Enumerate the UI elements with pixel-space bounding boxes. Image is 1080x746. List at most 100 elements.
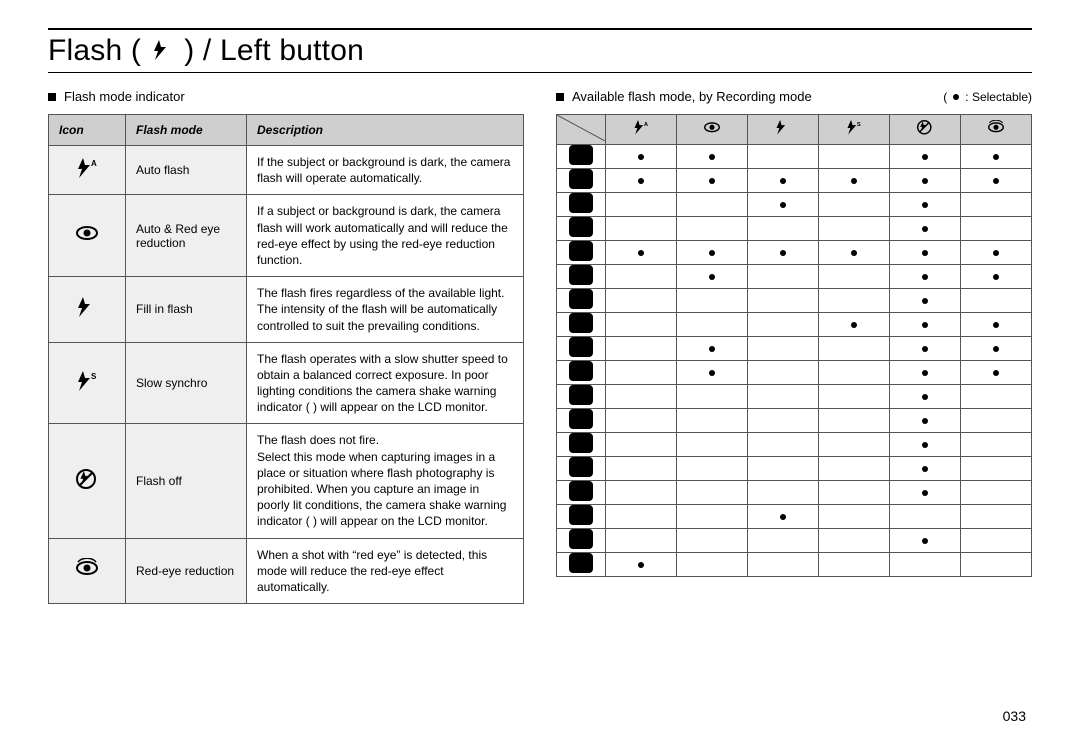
matrix-cell xyxy=(819,265,890,289)
matrix-cell xyxy=(819,385,890,409)
matrix-cell xyxy=(819,481,890,505)
matrix-row xyxy=(557,145,1032,169)
matrix-cell xyxy=(748,433,819,457)
matrix-cell xyxy=(606,313,677,337)
rec-children-icon xyxy=(569,361,593,381)
section-label: Flash mode indicator xyxy=(64,89,185,104)
title-suffix: ) / Left button xyxy=(184,34,364,67)
matrix-cell xyxy=(890,361,961,385)
matrix-cell xyxy=(748,481,819,505)
matrix-cell xyxy=(961,361,1032,385)
matrix-cell xyxy=(606,193,677,217)
matrix-cell xyxy=(748,289,819,313)
matrix-cell xyxy=(677,217,748,241)
matrix-cell xyxy=(606,217,677,241)
dot-icon xyxy=(638,562,644,568)
matrix-col-header xyxy=(748,115,819,145)
mode-name-cell: Red-eye reduction xyxy=(126,538,247,604)
mode-desc-cell: The flash operates with a slow shutter s… xyxy=(247,342,524,424)
rec-sunset-icon xyxy=(569,457,593,477)
dot-icon xyxy=(993,370,999,376)
matrix-cell xyxy=(890,169,961,193)
flash-icon xyxy=(74,308,100,322)
matrix-cell xyxy=(961,505,1032,529)
right-column: Available flash mode, by Recording mode … xyxy=(556,89,1032,604)
dot-icon xyxy=(638,250,644,256)
rec-firework-icon xyxy=(569,529,593,549)
matrix-cell xyxy=(748,241,819,265)
rec-guide-icon xyxy=(569,289,593,309)
matrix-col-header xyxy=(819,115,890,145)
matrix-row-header xyxy=(557,241,606,265)
matrix-cell xyxy=(819,361,890,385)
matrix-cell xyxy=(890,265,961,289)
rec-auto2-icon xyxy=(569,169,593,189)
flash-off-icon xyxy=(74,480,100,494)
section-label: Available flash mode, by Recording mode xyxy=(572,89,812,104)
matrix-row-header xyxy=(557,217,606,241)
matrix-cell xyxy=(748,553,819,577)
flash-mode-table: Icon Flash mode Description Auto flashIf… xyxy=(48,114,524,604)
flash-auto-icon xyxy=(632,127,650,139)
dot-icon xyxy=(922,298,928,304)
dot-icon xyxy=(709,178,715,184)
mode-name-cell: Slow synchro xyxy=(126,342,247,424)
matrix-cell xyxy=(606,433,677,457)
dot-icon xyxy=(993,154,999,160)
dot-icon xyxy=(709,154,715,160)
rec-square-icon xyxy=(569,265,593,285)
dot-icon xyxy=(993,274,999,280)
matrix-cell xyxy=(961,481,1032,505)
matrix-cell xyxy=(677,313,748,337)
matrix-cell xyxy=(748,217,819,241)
matrix-cell xyxy=(819,313,890,337)
mode-desc-cell: When a shot with “red eye” is detected, … xyxy=(247,538,524,604)
matrix-cell xyxy=(961,217,1032,241)
matrix-cell xyxy=(890,505,961,529)
dot-icon xyxy=(851,322,857,328)
matrix-row-header xyxy=(557,265,606,289)
matrix-row-header: M xyxy=(557,193,606,217)
matrix-cell xyxy=(890,457,961,481)
page-number: 033 xyxy=(1003,708,1026,724)
matrix-row xyxy=(557,361,1032,385)
matrix-cell xyxy=(890,241,961,265)
matrix-cell xyxy=(677,553,748,577)
matrix-row-header xyxy=(557,529,606,553)
matrix-cell xyxy=(890,409,961,433)
matrix-cell xyxy=(961,193,1032,217)
matrix-cell xyxy=(677,169,748,193)
matrix-row-header xyxy=(557,553,606,577)
matrix-cell xyxy=(748,385,819,409)
matrix-row xyxy=(557,337,1032,361)
matrix-cell xyxy=(677,409,748,433)
dot-icon xyxy=(922,178,928,184)
mode-icon-cell xyxy=(49,195,126,277)
dot-icon xyxy=(709,250,715,256)
matrix-cell xyxy=(819,553,890,577)
matrix-row xyxy=(557,217,1032,241)
dot-icon xyxy=(922,442,928,448)
flash-off-icon xyxy=(916,127,934,139)
matrix-cell xyxy=(677,529,748,553)
mode-name-cell: Flash off xyxy=(126,424,247,538)
manual-page: Flash ( ) / Left button Flash mode indic… xyxy=(0,0,1080,746)
matrix-cell xyxy=(890,193,961,217)
matrix-row-header xyxy=(557,289,606,313)
matrix-cell xyxy=(748,169,819,193)
th-desc: Description xyxy=(247,115,524,146)
left-column: Flash mode indicator Icon Flash mode Des… xyxy=(48,89,524,604)
matrix-cell xyxy=(961,265,1032,289)
matrix-col-header xyxy=(890,115,961,145)
matrix-row xyxy=(557,481,1032,505)
matrix-cell xyxy=(890,313,961,337)
table-row: Fill in flashThe flash fires regardless … xyxy=(49,277,524,343)
matrix-cell xyxy=(748,361,819,385)
mode-icon-cell xyxy=(49,146,126,195)
matrix-cell xyxy=(890,289,961,313)
matrix-cell xyxy=(819,337,890,361)
matrix-cell xyxy=(890,337,961,361)
matrix-cell xyxy=(606,145,677,169)
matrix-row xyxy=(557,457,1032,481)
mode-name-cell: Auto flash xyxy=(126,146,247,195)
